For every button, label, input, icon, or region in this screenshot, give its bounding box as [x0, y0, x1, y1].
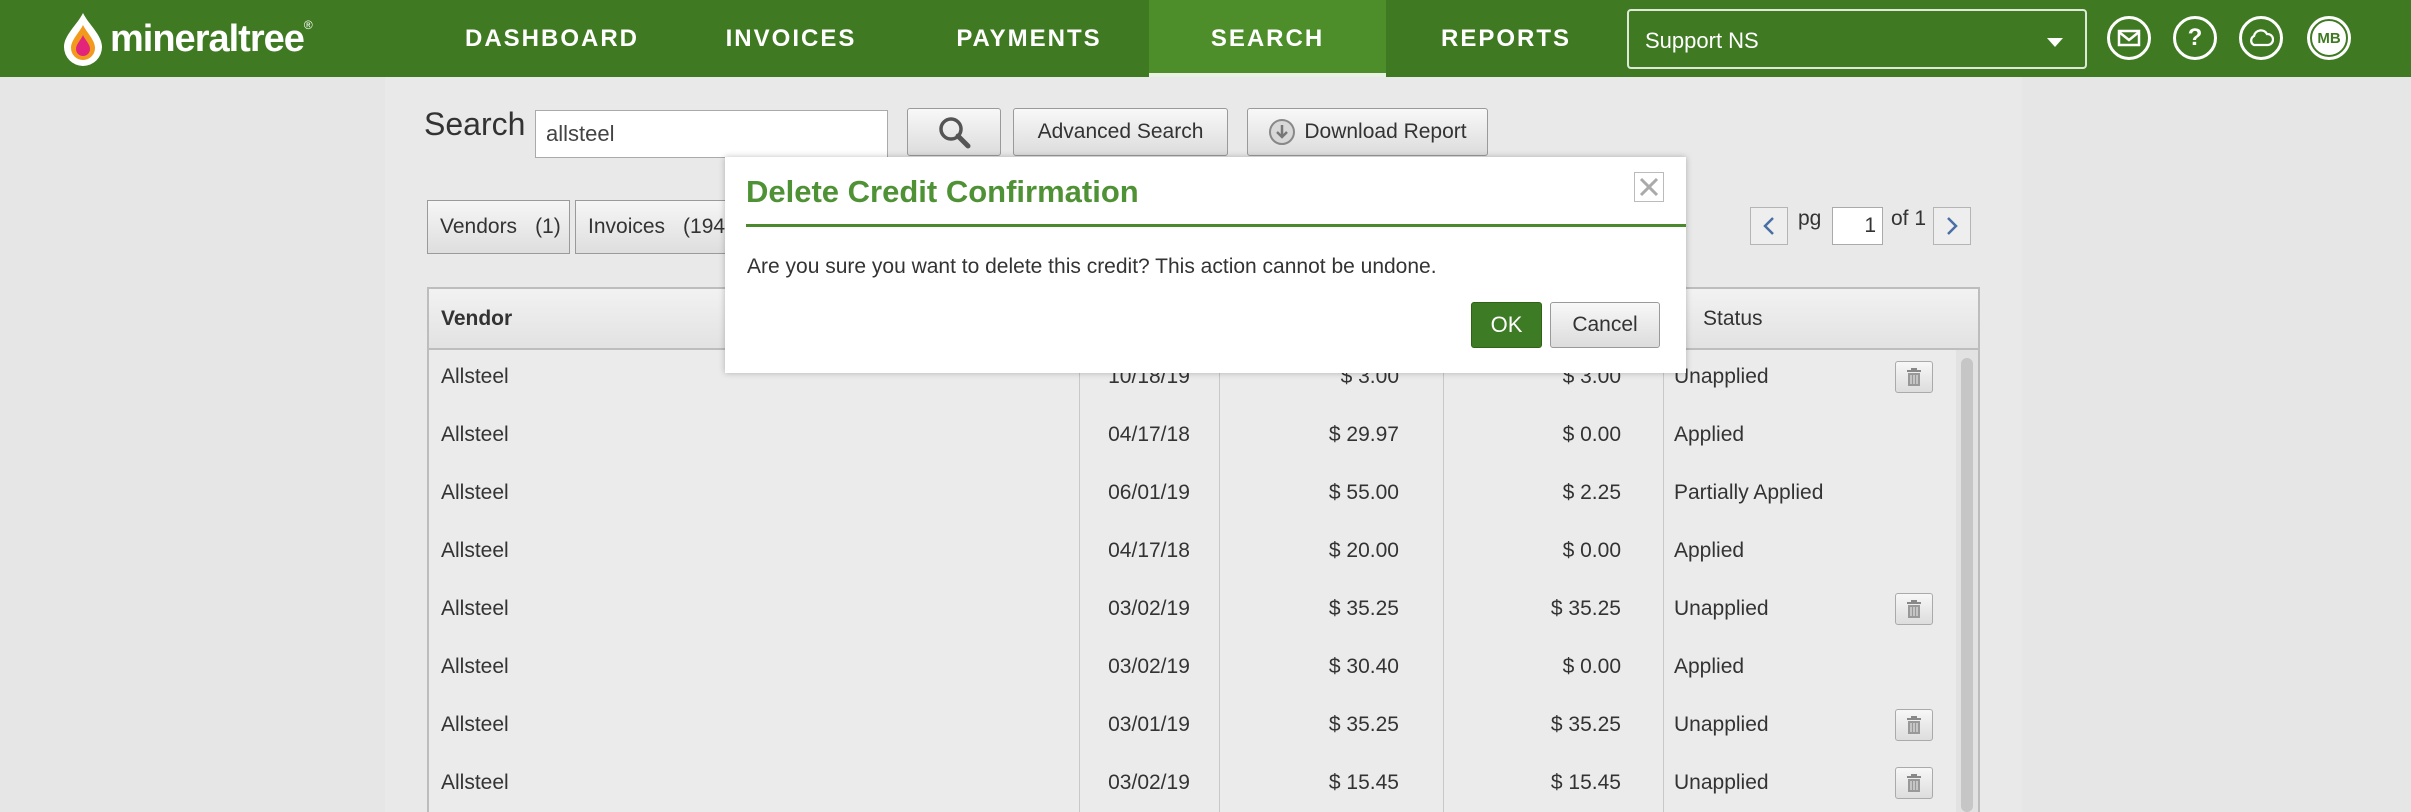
date-cell: 06/01/19 — [1108, 481, 1190, 504]
logo-drop-icon — [60, 11, 106, 67]
chevron-right-icon — [1947, 217, 1958, 235]
pager-total-label: of 1 — [1891, 207, 1927, 230]
amount-cell: $ 55.00 — [1328, 481, 1399, 504]
download-report-button[interactable]: Download Report — [1247, 108, 1488, 156]
status-cell: Unapplied — [1674, 365, 1769, 388]
chevron-down-icon — [2047, 38, 2063, 47]
amount-cell: $ 35.25 — [1328, 713, 1399, 736]
nav-reports[interactable]: REPORTS — [1390, 0, 1622, 77]
nav-invoices[interactable]: INVOICES — [682, 0, 900, 77]
vendor-cell: Allsteel — [441, 423, 509, 446]
tab-count: (194 — [683, 215, 726, 238]
search-button[interactable] — [907, 108, 1001, 156]
page-number-input[interactable]: 1 — [1832, 207, 1883, 245]
table-row[interactable]: Allsteel 03/02/19 $ 35.25 $ 35.25 Unapplied — [429, 580, 1954, 638]
chevron-left-icon — [1763, 217, 1774, 235]
search-icon — [939, 117, 971, 149]
dialog-message: Are you sure you want to delete this cre… — [747, 255, 1437, 278]
trash-icon[interactable] — [1895, 709, 1933, 741]
date-cell: 04/17/18 — [1108, 539, 1190, 562]
vendor-cell: Allsteel — [441, 655, 509, 678]
date-cell: 03/02/19 — [1108, 655, 1190, 678]
nav-payments[interactable]: PAYMENTS — [912, 0, 1146, 77]
delete-credit-dialog: Delete Credit Confirmation Are you sure … — [725, 157, 1686, 373]
page-title: Search — [424, 106, 526, 142]
advanced-search-button[interactable]: Advanced Search — [1013, 108, 1228, 156]
cancel-button[interactable]: Cancel — [1550, 302, 1660, 348]
amount-cell: $ 35.25 — [1328, 597, 1399, 620]
download-icon — [1269, 119, 1296, 145]
tab-label: Invoices — [588, 215, 666, 238]
table-row[interactable]: Allsteel 03/02/19 $ 15.45 $ 15.45 Unapplied — [429, 754, 1954, 812]
trash-icon[interactable] — [1895, 361, 1933, 393]
tab-vendors[interactable]: Vendors (1) — [427, 200, 570, 254]
vendor-cell: Allsteel — [441, 771, 509, 794]
date-cell: 04/17/18 — [1108, 423, 1190, 446]
amount-cell: $ 20.00 — [1328, 539, 1399, 562]
column-header-vendor[interactable]: Vendor — [441, 307, 512, 331]
cloud-icon[interactable] — [2239, 16, 2283, 60]
vendor-cell: Allsteel — [441, 481, 509, 504]
tab-count: (1) — [535, 215, 561, 238]
remaining-cell: $ 35.25 — [1550, 713, 1621, 736]
nav-dashboard[interactable]: DASHBOARD — [441, 0, 663, 77]
previous-page-button[interactable] — [1750, 207, 1788, 245]
pager-pg-label: pg — [1798, 207, 1822, 230]
vendor-cell: Allsteel — [441, 539, 509, 562]
download-report-label: Download Report — [1304, 120, 1467, 143]
dialog-divider — [746, 224, 1686, 227]
close-icon[interactable] — [1634, 172, 1664, 202]
table-row[interactable]: Allsteel 06/01/19 $ 55.00 $ 2.25 Partially A… — [429, 464, 1954, 522]
table-row[interactable]: Allsteel 03/01/19 $ 35.25 $ 35.25 Unapplied — [429, 696, 1954, 754]
vendor-cell: Allsteel — [441, 597, 509, 620]
remaining-cell: $ 35.25 — [1550, 597, 1621, 620]
amount-cell: $ 15.45 — [1328, 771, 1399, 794]
status-cell: Unapplied — [1674, 771, 1769, 794]
table-row[interactable]: Allsteel 03/02/19 $ 30.40 $ 0.00 Applied — [429, 638, 1954, 696]
remaining-cell: $ 0.00 — [1562, 655, 1621, 678]
nav-search[interactable]: SEARCH — [1149, 0, 1386, 77]
tab-invoices[interactable]: Invoices (194 — [575, 200, 730, 254]
avatar[interactable]: MB — [2307, 16, 2351, 60]
column-header-status[interactable]: Status — [1703, 307, 1763, 331]
table-row[interactable]: Allsteel 04/17/18 $ 20.00 $ 0.00 Applied — [429, 522, 1954, 580]
mail-icon[interactable] — [2107, 16, 2151, 60]
search-input[interactable] — [535, 110, 888, 158]
trash-icon[interactable] — [1895, 593, 1933, 625]
account-selector[interactable]: Support NS — [1627, 9, 2087, 69]
vendor-cell: Allsteel — [441, 365, 509, 388]
next-page-button[interactable] — [1933, 207, 1971, 245]
amount-cell: $ 30.40 — [1328, 655, 1399, 678]
dialog-title: Delete Credit Confirmation — [746, 174, 1139, 209]
date-cell: 03/02/19 — [1108, 597, 1190, 620]
status-cell: Unapplied — [1674, 597, 1769, 620]
status-cell: Applied — [1674, 539, 1745, 562]
amount-cell: $ 29.97 — [1328, 423, 1399, 446]
help-icon[interactable]: ? — [2173, 16, 2217, 60]
scrollbar-thumb[interactable] — [1961, 358, 1973, 812]
brand-logo[interactable]: mineraltree® — [60, 10, 313, 68]
status-cell: Applied — [1674, 655, 1745, 678]
trash-icon[interactable] — [1895, 767, 1933, 799]
account-selector-value: Support NS — [1645, 28, 1759, 53]
table-row[interactable]: Allsteel 04/17/18 $ 29.97 $ 0.00 Applied — [429, 406, 1954, 464]
status-cell: Unapplied — [1674, 713, 1769, 736]
remaining-cell: $ 0.00 — [1562, 539, 1621, 562]
date-cell: 03/01/19 — [1108, 713, 1190, 736]
remaining-cell: $ 0.00 — [1562, 423, 1621, 446]
table-scrollbar[interactable] — [1956, 350, 1978, 812]
tab-label: Vendors — [440, 215, 518, 238]
status-cell: Partially Applied — [1674, 481, 1824, 504]
remaining-cell: $ 2.25 — [1562, 481, 1621, 504]
status-cell: Applied — [1674, 423, 1745, 446]
brand-name: mineraltree® — [110, 17, 313, 60]
remaining-cell: $ 15.45 — [1550, 771, 1621, 794]
top-nav-bar: mineraltree® DASHBOARD INVOICES PAYMENTS… — [0, 0, 2411, 77]
date-cell: 03/02/19 — [1108, 771, 1190, 794]
vendor-cell: Allsteel — [441, 713, 509, 736]
ok-button[interactable]: OK — [1471, 302, 1542, 348]
